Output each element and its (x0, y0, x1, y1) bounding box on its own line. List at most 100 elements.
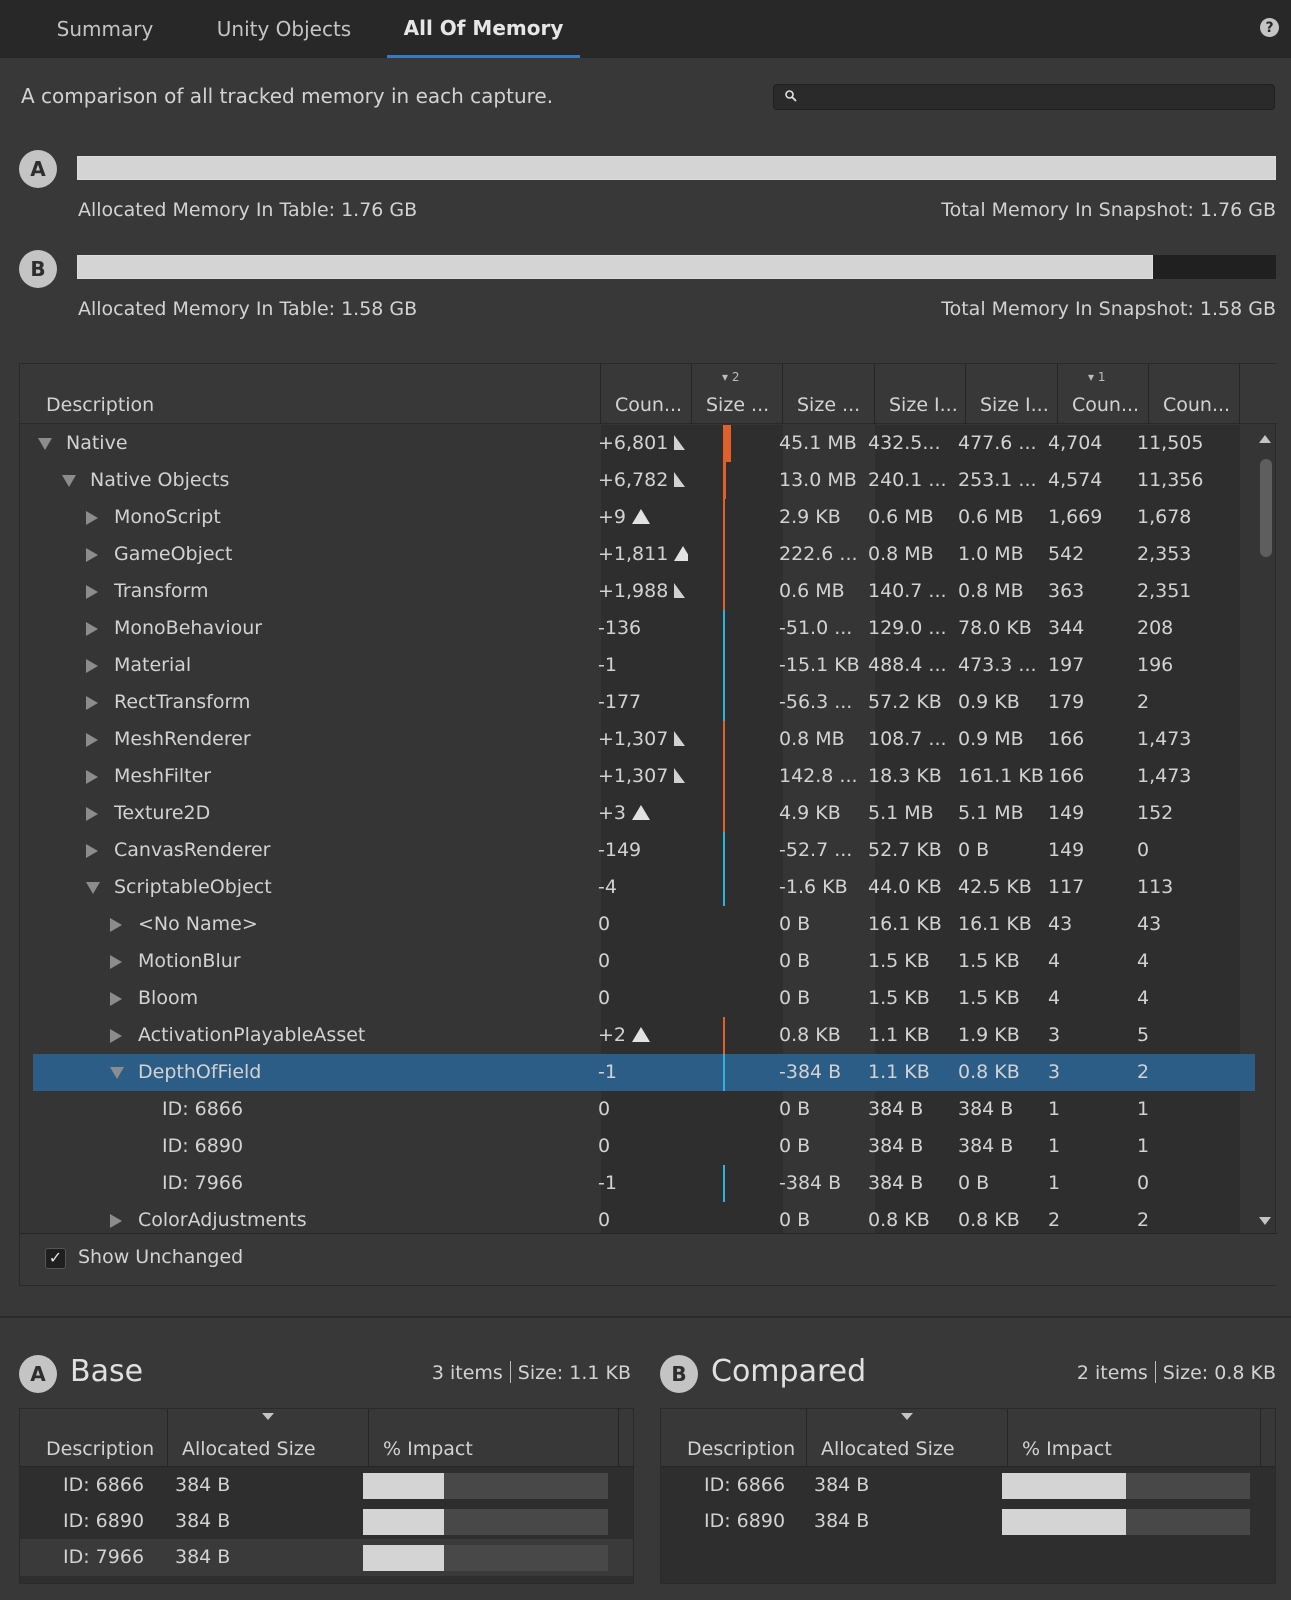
collapsed-triangle-icon[interactable] (86, 770, 98, 784)
column-header-size-diff[interactable]: ▾ 2 Size ... (692, 364, 783, 424)
row-size-a: 129.0 ... (868, 617, 947, 639)
base-column-allocated-size[interactable]: Allocated Size (168, 1409, 369, 1467)
row-count-a: 166 (1048, 765, 1085, 787)
collapsed-triangle-icon[interactable] (110, 1214, 122, 1228)
tab-summary[interactable]: Summary (40, 0, 170, 58)
collapsed-triangle-icon[interactable] (110, 1029, 122, 1043)
column-header-count-b[interactable]: Coun... (1149, 364, 1240, 424)
column-header-size-diff-value[interactable]: Size ... (783, 364, 875, 424)
impact-bar (1002, 1509, 1250, 1535)
row-count-b: 152 (1137, 802, 1174, 824)
list-item[interactable]: ID: 6866 384 B (661, 1467, 1275, 1504)
tab-bar: Summary Unity Objects All Of Memory ? (0, 0, 1291, 58)
list-item[interactable]: ID: 6866 384 B (20, 1467, 633, 1504)
row-count-diff: -1 (598, 654, 617, 676)
column-header-count-diff[interactable]: Coun... (601, 364, 692, 424)
question-icon[interactable]: ? (1260, 18, 1279, 37)
capture-a-total: Total Memory In Snapshot: 1.76 GB (941, 199, 1276, 221)
table-row[interactable]: GameObject +1,811 222.6 ... 0.8 MB 1.0 MB 542… (20, 536, 1257, 573)
table-row[interactable]: DepthOfField -1 -384 B 1.1 KB 0.8 KB 3 2 (20, 1054, 1257, 1091)
table-row[interactable]: ID: 6866 0 0 B 384 B 384 B 1 1 (20, 1091, 1257, 1128)
collapsed-triangle-icon[interactable] (86, 733, 98, 747)
row-size-a: 57.2 KB (868, 691, 942, 713)
table-row[interactable]: RectTransform -177 -56.3 ... 57.2 KB 0.9 KB 1… (20, 684, 1257, 721)
table-row[interactable]: Native +6,801 45.1 MB 432.5... 477.6 ... 4,70… (20, 425, 1257, 462)
scroll-up-icon[interactable] (1259, 435, 1271, 443)
vertical-scrollbar[interactable] (1255, 425, 1275, 1233)
row-size-diff: 0.6 MB (779, 580, 845, 602)
collapsed-triangle-icon[interactable] (86, 696, 98, 710)
collapsed-triangle-icon[interactable] (86, 622, 98, 636)
table-row[interactable]: Transform +1,988 0.6 MB 140.7 ... 0.8 MB 363 2… (20, 573, 1257, 610)
capture-a-badge: A (19, 150, 57, 188)
table-row[interactable]: ID: 7966 -1 -384 B 384 B 0 B 1 0 (20, 1165, 1257, 1202)
row-count-a: 344 (1048, 617, 1085, 639)
expanded-triangle-icon[interactable] (110, 1067, 124, 1079)
item-allocated-size: 384 B (175, 1546, 231, 1568)
collapsed-triangle-icon[interactable] (86, 585, 98, 599)
base-column-description[interactable]: Description (20, 1409, 168, 1467)
list-item[interactable]: ID: 7966 384 B (20, 1539, 633, 1576)
collapsed-triangle-icon[interactable] (86, 659, 98, 673)
scroll-down-icon[interactable] (1259, 1217, 1271, 1225)
table-row[interactable]: Material -1 -15.1 KB 488.4 ... 473.3 ... 197 1… (20, 647, 1257, 684)
collapsed-triangle-icon[interactable] (110, 955, 122, 969)
table-row[interactable]: MonoScript +9 2.9 KB 0.6 MB 0.6 MB 1,669 1,678 (20, 499, 1257, 536)
table-row[interactable]: <No Name> 0 0 B 16.1 KB 16.1 KB 43 43 (20, 906, 1257, 943)
search-field[interactable] (773, 84, 1275, 110)
tab-all-of-memory[interactable]: All Of Memory (387, 0, 580, 58)
column-header-description[interactable]: Description (20, 364, 601, 424)
compared-table-header: Description Allocated Size % Impact (661, 1409, 1275, 1467)
table-row[interactable]: Texture2D +3 4.9 KB 5.1 MB 5.1 MB 149 152 (20, 795, 1257, 832)
column-header-size-b[interactable]: Size I... (966, 364, 1058, 424)
table-row[interactable]: Bloom 0 0 B 1.5 KB 1.5 KB 4 4 (20, 980, 1257, 1017)
row-size-diff: 45.1 MB (779, 432, 857, 454)
column-header-count-a[interactable]: ▾ 1 Coun... (1058, 364, 1149, 424)
row-count-a: 179 (1048, 691, 1085, 713)
show-unchanged-checkbox[interactable]: ✓ (45, 1248, 66, 1269)
row-count-diff: -149 (598, 839, 642, 861)
row-description: MonoScript (114, 506, 221, 528)
expanded-triangle-icon[interactable] (38, 438, 52, 450)
base-item-count: 3 items (431, 1362, 503, 1384)
table-row[interactable]: CanvasRenderer -149 -52.7 ... 52.7 KB 0 B 149… (20, 832, 1257, 869)
collapsed-triangle-icon[interactable] (86, 807, 98, 821)
table-row[interactable]: MeshFilter +1,307 142.8 ... 18.3 KB 161.1 KB… (20, 758, 1257, 795)
list-item[interactable]: ID: 6890 384 B (661, 1503, 1275, 1540)
item-allocated-size: 384 B (175, 1474, 231, 1496)
base-title: Base (70, 1354, 144, 1389)
column-header-size-a[interactable]: Size I... (875, 364, 966, 424)
increase-arrow-icon (632, 509, 651, 524)
table-row[interactable]: MotionBlur 0 0 B 1.5 KB 1.5 KB 4 4 (20, 943, 1257, 980)
table-row[interactable]: ID: 6890 0 0 B 384 B 384 B 1 1 (20, 1128, 1257, 1165)
table-row[interactable]: ColorAdjustments 0 0 B 0.8 KB 0.8 KB 2 2 (20, 1202, 1257, 1233)
base-column-impact[interactable]: % Impact (369, 1409, 619, 1467)
table-row[interactable]: ScriptableObject -4 -1.6 KB 44.0 KB 42.5 KB 1… (20, 869, 1257, 906)
column-label: % Impact (1022, 1438, 1112, 1460)
search-input[interactable] (806, 86, 1266, 108)
compared-column-impact[interactable]: % Impact (1008, 1409, 1261, 1467)
collapsed-triangle-icon[interactable] (86, 511, 98, 525)
row-size-diff: -384 B (779, 1172, 842, 1194)
scrollbar-thumb[interactable] (1260, 459, 1272, 557)
expanded-triangle-icon[interactable] (86, 882, 100, 894)
tab-unity-objects[interactable]: Unity Objects (205, 0, 363, 58)
compared-column-description[interactable]: Description (661, 1409, 807, 1467)
row-size-b: 161.1 KB (958, 765, 1044, 787)
collapsed-triangle-icon[interactable] (110, 918, 122, 932)
table-row[interactable]: ActivationPlayableAsset +2 0.8 KB 1.1 KB 1.9… (20, 1017, 1257, 1054)
row-size-b: 1.5 KB (958, 950, 1020, 972)
row-count-diff: +1,307 (598, 721, 688, 758)
table-row[interactable]: MonoBehaviour -136 -51.0 ... 129.0 ... 78.0 … (20, 610, 1257, 647)
list-item[interactable]: ID: 6890 384 B (20, 1503, 633, 1540)
collapsed-triangle-icon[interactable] (110, 992, 122, 1006)
collapsed-triangle-icon[interactable] (86, 548, 98, 562)
compared-column-allocated-size[interactable]: Allocated Size (807, 1409, 1008, 1467)
collapsed-triangle-icon[interactable] (86, 844, 98, 858)
table-row[interactable]: MeshRenderer +1,307 0.8 MB 108.7 ... 0.9 MB 1… (20, 721, 1257, 758)
row-size-diff: 0 B (779, 950, 811, 972)
expanded-triangle-icon[interactable] (62, 475, 76, 487)
table-row[interactable]: Native Objects +6,782 13.0 MB 240.1 ... 253.… (20, 462, 1257, 499)
row-count-diff: 0 (598, 913, 611, 935)
base-size: Size: 1.1 KB (517, 1362, 631, 1384)
